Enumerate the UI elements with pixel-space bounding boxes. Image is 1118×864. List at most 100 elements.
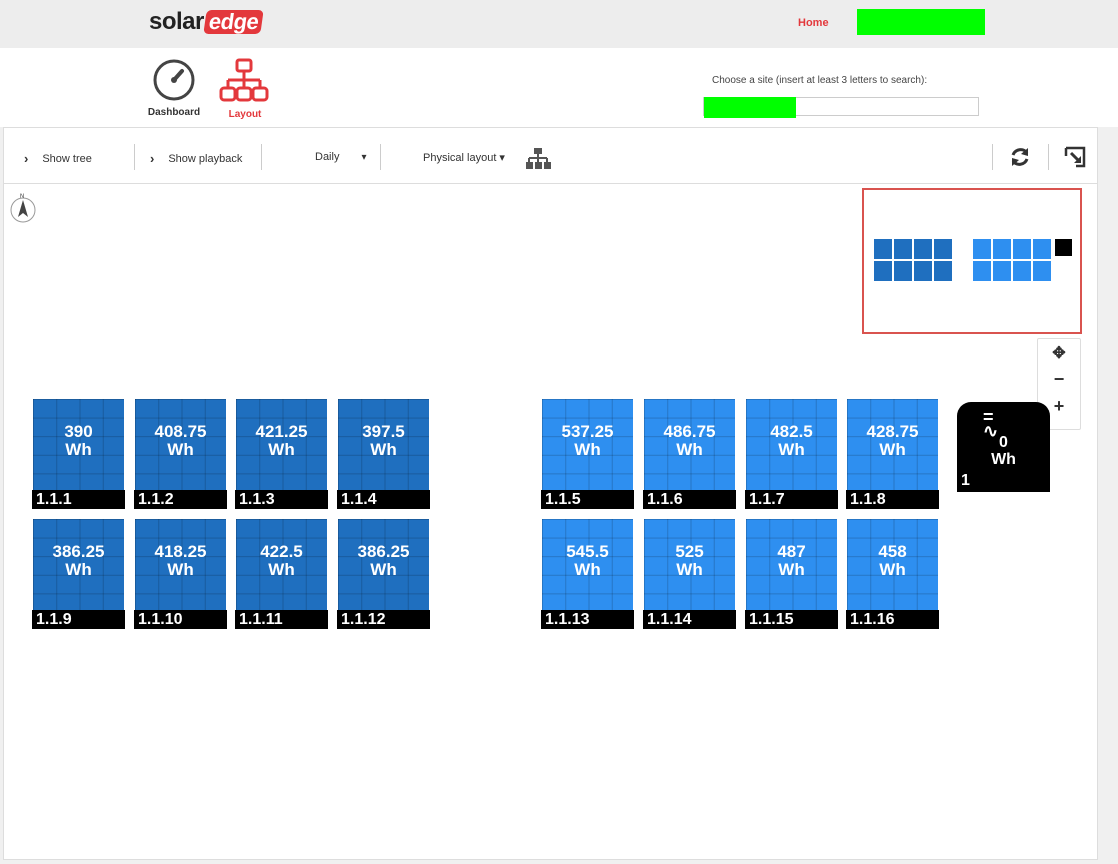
panel-energy: 537.25 Wh xyxy=(541,423,634,459)
panel-id: 1.1.13 xyxy=(541,610,634,629)
panel-id: 1.1.16 xyxy=(846,610,939,629)
panel-energy: 397.5 Wh xyxy=(337,423,430,459)
solar-panel[interactable]: 386.25 Wh 1.1.12 xyxy=(337,518,430,629)
solar-panel[interactable]: 458 Wh 1.1.16 xyxy=(846,518,939,629)
layout-mode-select[interactable]: Physical layout ▾ xyxy=(423,151,505,164)
panel-id: 1.1.11 xyxy=(235,610,328,629)
layout-viewer: › Show tree › Show playback Daily ▾ Phys… xyxy=(3,127,1098,860)
panel-id: 1.1.10 xyxy=(134,610,227,629)
dashboard-nav-button[interactable]: Dashboard xyxy=(144,58,204,118)
panel-energy-value: 390 xyxy=(64,422,93,441)
panel-id: 1.1.3 xyxy=(235,490,328,509)
panel-energy: 386.25 Wh xyxy=(337,543,430,579)
panel-energy-value: 487 xyxy=(777,542,806,561)
panel-energy-value: 386.25 xyxy=(52,542,105,561)
minimap[interactable] xyxy=(862,188,1082,334)
solar-panel[interactable]: 421.25 Wh 1.1.3 xyxy=(235,398,328,509)
panel-energy: 487 Wh xyxy=(745,543,838,579)
inverter-energy: 0 Wh xyxy=(957,434,1050,468)
top-bar: solar edge Home xyxy=(0,0,1118,48)
panel-id: 1.1.7 xyxy=(745,490,838,509)
panel-energy-unit: Wh xyxy=(879,560,906,579)
panel-energy-value: 545.5 xyxy=(566,542,609,561)
layout-toolbar: › Show tree › Show playback Daily ▾ Phys… xyxy=(4,128,1097,184)
user-account-redacted[interactable] xyxy=(857,9,985,35)
show-playback-toggle[interactable]: › Show playback xyxy=(150,151,242,166)
panel-id: 1.1.12 xyxy=(337,610,430,629)
site-search-label: Choose a site (insert at least 3 letters… xyxy=(712,75,928,86)
panel-energy-unit: Wh xyxy=(65,440,92,459)
refresh-button[interactable] xyxy=(1009,146,1031,168)
panel-id: 1.1.2 xyxy=(134,490,227,509)
home-link[interactable]: Home xyxy=(798,17,829,29)
minimap-panel xyxy=(934,239,952,259)
panel-id: 1.1.6 xyxy=(643,490,736,509)
panel-energy-unit: Wh xyxy=(167,440,194,459)
panel-energy-value: 386.25 xyxy=(357,542,410,561)
minimap-panel xyxy=(914,239,932,259)
solar-panel[interactable]: 418.25 Wh 1.1.10 xyxy=(134,518,227,629)
solar-panel[interactable]: 487 Wh 1.1.15 xyxy=(745,518,838,629)
minimap-panel xyxy=(993,261,1011,281)
minimap-panel xyxy=(914,261,932,281)
panel-id: 1.1.8 xyxy=(846,490,939,509)
solaredge-logo[interactable]: solar edge xyxy=(149,8,264,36)
panel-energy: 386.25 Wh xyxy=(32,543,125,579)
site-search-input[interactable] xyxy=(703,97,979,118)
show-tree-label: Show tree xyxy=(42,152,92,165)
compass-icon: N xyxy=(10,191,37,223)
minimap-panel xyxy=(894,239,912,259)
panel-id: 1.1.5 xyxy=(541,490,634,509)
minimap-panel xyxy=(993,239,1011,259)
solar-panel[interactable]: 537.25 Wh 1.1.5 xyxy=(541,398,634,509)
panel-id: 1.1.9 xyxy=(32,610,125,629)
panel-energy-unit: Wh xyxy=(370,560,397,579)
panel-energy: 418.25 Wh xyxy=(134,543,227,579)
solar-panel[interactable]: 545.5 Wh 1.1.13 xyxy=(541,518,634,629)
panel-energy-unit: Wh xyxy=(676,440,703,459)
site-search-redacted xyxy=(704,97,796,118)
layout-nav-button[interactable]: Layout xyxy=(215,58,275,120)
panel-energy-unit: Wh xyxy=(879,440,906,459)
panel-energy-value: 421.25 xyxy=(255,422,308,441)
divider xyxy=(261,144,262,170)
solar-panel[interactable]: 386.25 Wh 1.1.9 xyxy=(32,518,125,629)
solar-panel[interactable]: 390 Wh 1.1.1 xyxy=(32,398,125,509)
solar-panel[interactable]: 422.5 Wh 1.1.11 xyxy=(235,518,328,629)
show-playback-label: Show playback xyxy=(168,152,243,165)
gauge-icon xyxy=(153,59,195,101)
minimap-panel xyxy=(894,261,912,281)
minimap-panel xyxy=(973,239,991,259)
refresh-icon xyxy=(1011,148,1029,166)
pan-icon[interactable]: ✥ xyxy=(1038,339,1080,366)
panel-energy-value: 486.75 xyxy=(663,422,716,441)
solar-panel[interactable]: 525 Wh 1.1.14 xyxy=(643,518,736,629)
logo-text-edge: edge xyxy=(203,9,264,34)
solar-panel[interactable]: 486.75 Wh 1.1.6 xyxy=(643,398,736,509)
solar-panel[interactable]: 397.5 Wh 1.1.4 xyxy=(337,398,430,509)
hierarchy-icon xyxy=(526,148,551,169)
panel-energy-unit: Wh xyxy=(268,560,295,579)
panel-energy-unit: Wh xyxy=(676,560,703,579)
fullscreen-button[interactable] xyxy=(1064,146,1086,168)
panel-energy: 422.5 Wh xyxy=(235,543,328,579)
divider xyxy=(380,144,381,170)
solar-panel[interactable]: 482.5 Wh 1.1.7 xyxy=(745,398,838,509)
solar-panel[interactable]: 428.75 Wh 1.1.8 xyxy=(846,398,939,509)
panel-energy-value: 422.5 xyxy=(260,542,303,561)
panel-energy: 525 Wh xyxy=(643,543,736,579)
panel-energy-value: 537.25 xyxy=(561,422,614,441)
zoom-out-button[interactable]: − xyxy=(1038,366,1080,393)
panel-energy-unit: Wh xyxy=(778,440,805,459)
panel-energy-value: 428.75 xyxy=(866,422,919,441)
panel-energy-unit: Wh xyxy=(778,560,805,579)
period-select[interactable]: Daily ▾ xyxy=(315,151,366,163)
show-tree-toggle[interactable]: › Show tree xyxy=(24,151,92,166)
panel-energy: 408.75 Wh xyxy=(134,423,227,459)
panel-energy: 421.25 Wh xyxy=(235,423,328,459)
logical-layout-button[interactable] xyxy=(525,148,551,170)
panel-energy-value: 458 xyxy=(878,542,907,561)
inverter[interactable]: = ∿ 0 Wh 1 xyxy=(957,402,1050,492)
solar-panel[interactable]: 408.75 Wh 1.1.2 xyxy=(134,398,227,509)
panel-energy-value: 482.5 xyxy=(770,422,813,441)
